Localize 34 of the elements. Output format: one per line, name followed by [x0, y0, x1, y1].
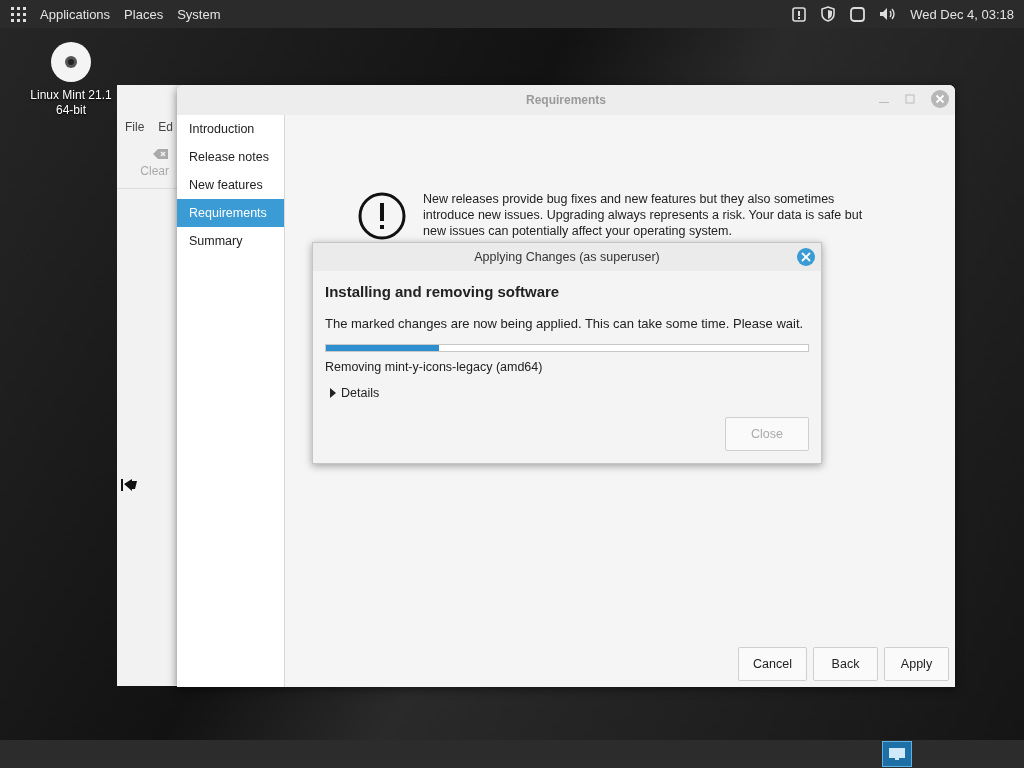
disc-icon[interactable]: [51, 42, 91, 82]
panel-menu[interactable]: System: [177, 6, 221, 22]
sidebar-item[interactable]: Summary: [177, 227, 284, 255]
menu-item[interactable]: Ed: [158, 120, 174, 134]
network-icon[interactable]: [850, 6, 866, 22]
window-title: Requirements: [526, 93, 606, 107]
panel-menu[interactable]: Places: [124, 6, 164, 22]
dialog-button[interactable]: Back: [813, 647, 878, 681]
dialog-message: The marked changes are now being applied. This can take some time. Please wait.: [325, 316, 805, 332]
clock[interactable]: Wed Dec 4, 03:18: [910, 6, 1014, 22]
sidebar-item[interactable]: Release notes: [177, 143, 284, 171]
desktop-icon-label[interactable]: Linux Mint 21.1 64-bit: [30, 88, 112, 118]
apps-grid-icon[interactable]: [10, 6, 26, 22]
dialog-button[interactable]: Cancel: [738, 647, 807, 681]
status-text: Removing mint-y-icons-legacy (amd64): [325, 360, 544, 374]
menu-item[interactable]: File: [125, 120, 145, 134]
close-button[interactable]: [797, 248, 815, 266]
sidebar-item[interactable]: New features: [177, 171, 284, 199]
skip-back-icon: [121, 478, 139, 492]
sidebar-item[interactable]: Introduction: [177, 115, 284, 143]
monitor-icon: [888, 747, 906, 761]
show-desktop-button[interactable]: [882, 741, 912, 767]
clear-icon: [153, 148, 169, 160]
warning-text: New releases provide bug fixes and new features but they also sometimes introduce new issues. Upgrading always represents a risk. Your data is safe but new issues can potentially affect your operating system.: [423, 191, 864, 239]
dialog-heading: Installing and removing software: [325, 283, 561, 300]
dialog-button[interactable]: Apply: [884, 647, 949, 681]
panel-menu[interactable]: Applications: [40, 6, 111, 22]
shield-icon[interactable]: [820, 6, 837, 22]
update-manager-icon[interactable]: [792, 6, 807, 22]
volume-icon[interactable]: [879, 7, 897, 21]
details-expander[interactable]: Details: [325, 386, 384, 400]
close-icon: [801, 252, 811, 262]
dialog-title: Applying Changes (as superuser): [474, 250, 660, 264]
warning-icon: [357, 191, 407, 241]
